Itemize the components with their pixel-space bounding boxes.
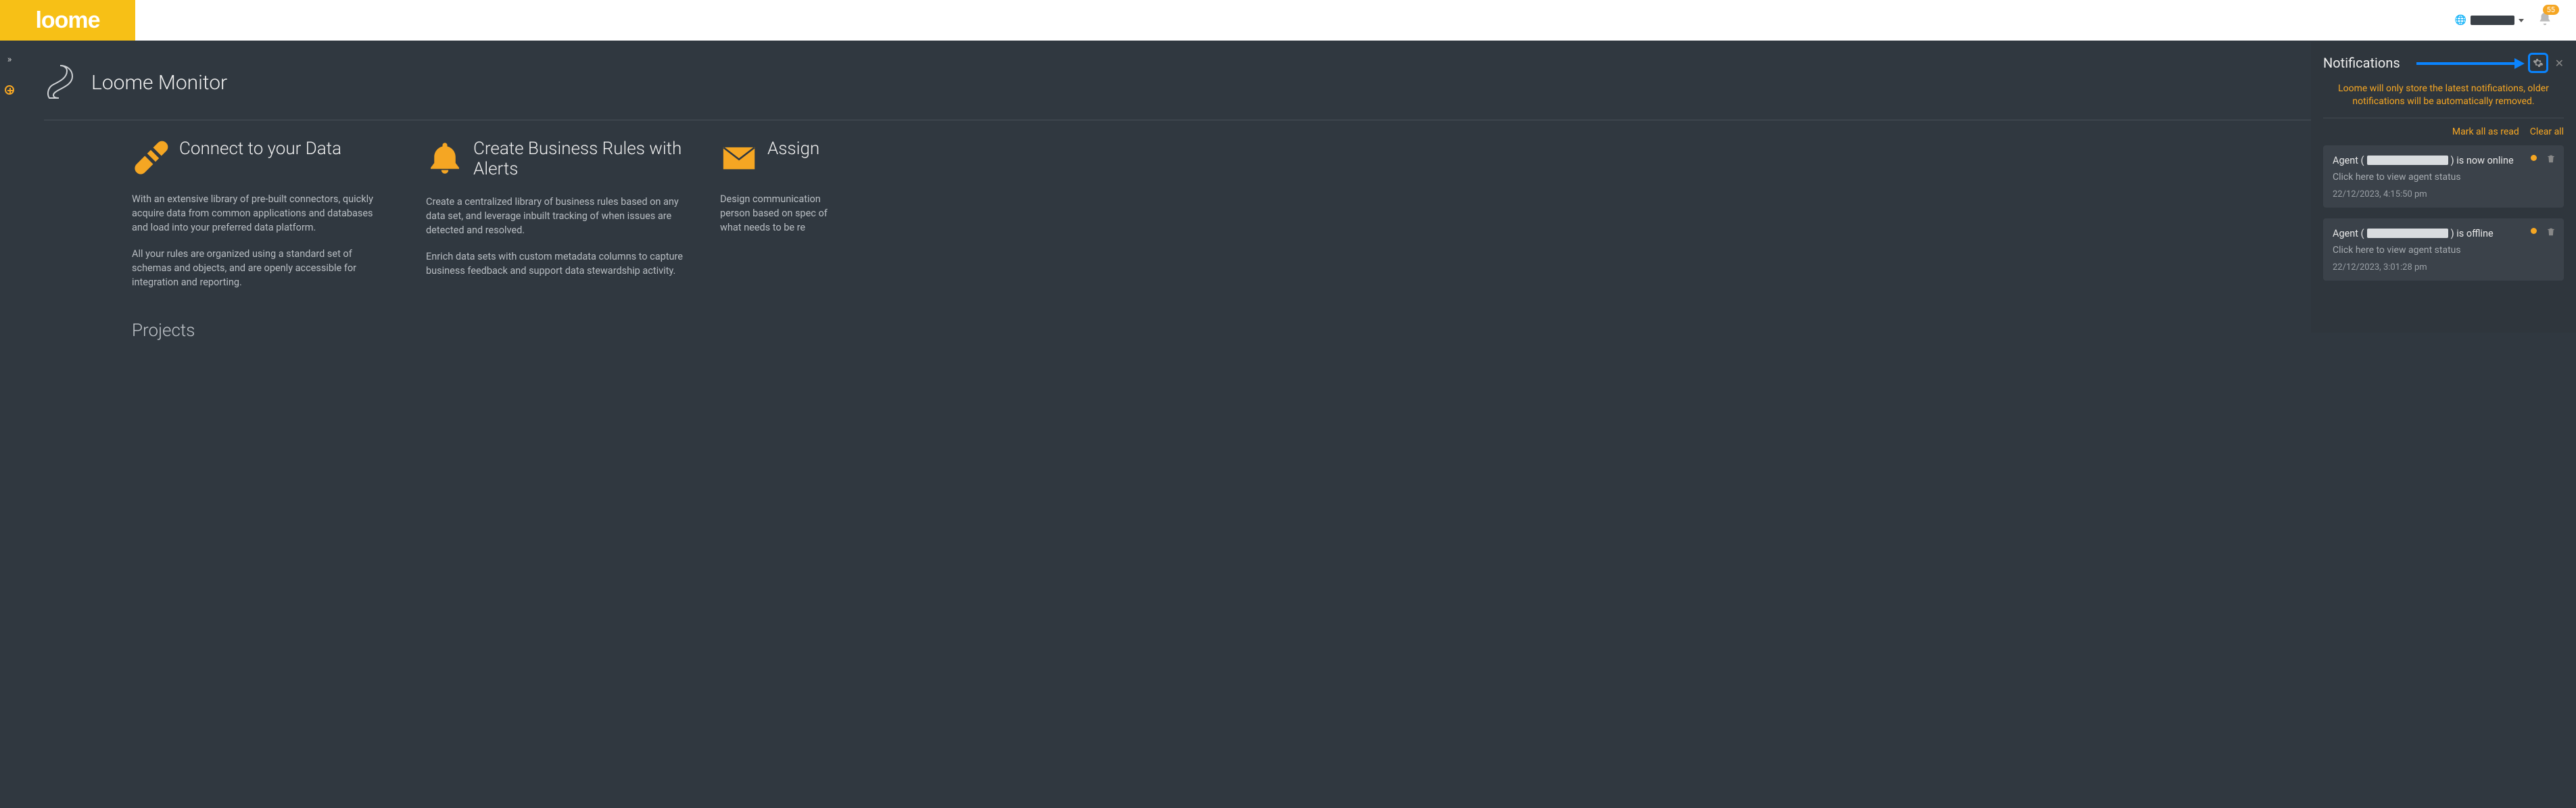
chevron-down-icon: [2519, 19, 2524, 22]
card-text: Enrich data sets with custom metadata co…: [426, 249, 683, 278]
notifications-panel: Notifications ✕ Loome will only store th…: [2311, 42, 2576, 333]
notifications-header: Notifications ✕: [2323, 53, 2564, 73]
notification-subtext: Click here to view agent status: [2333, 245, 2554, 256]
left-rail: »: [0, 41, 19, 95]
clear-all-link[interactable]: Clear all: [2530, 126, 2564, 137]
card-text: Design communication person based on spe…: [720, 192, 828, 235]
topbar: loome 🌐 55: [0, 0, 2576, 41]
close-notifications-button[interactable]: ✕: [2555, 57, 2564, 70]
card-title: Create Business Rules with Alerts: [473, 139, 683, 180]
envelope-icon: [720, 139, 758, 177]
tenant-name-redacted: [2471, 16, 2514, 25]
card-body: Create a centralized library of business…: [426, 195, 683, 278]
bell-large-icon: [426, 139, 464, 177]
rail-add-button[interactable]: [5, 85, 14, 95]
agent-name-redacted: [2367, 229, 2448, 238]
card-body: Design communication person based on spe…: [720, 192, 828, 235]
logo: loome: [0, 0, 135, 41]
card-title: Connect to your Data: [179, 139, 341, 160]
delete-notification-button[interactable]: [2546, 153, 2556, 163]
card-title: Assign: [767, 139, 819, 160]
globe-icon: 🌐: [2455, 15, 2466, 26]
gear-icon: [2533, 57, 2544, 68]
card-connect-data: Connect to your Data With an extensive l…: [132, 139, 389, 302]
page-title: Loome Monitor: [91, 71, 227, 95]
page-header: Loome Monitor: [44, 64, 2549, 120]
plug-icon: [132, 139, 170, 177]
rail-expand-icon[interactable]: »: [7, 54, 12, 65]
card-text: With an extensive library of pre-built c…: [132, 192, 389, 235]
notification-prefix: Agent (: [2333, 228, 2364, 239]
projects-heading: Projects: [44, 320, 2549, 341]
trash-icon: [2546, 227, 2556, 237]
notification-title: Agent ( ) is offline: [2333, 228, 2554, 239]
notification-suffix: ) is offline: [2451, 228, 2494, 239]
card-text: Create a centralized library of business…: [426, 195, 683, 237]
card-body: With an extensive library of pre-built c…: [132, 192, 389, 289]
notification-item[interactable]: Agent ( ) is offline Click here to view …: [2323, 218, 2564, 281]
card-text: All your rules are organized using a sta…: [132, 247, 389, 289]
notifications-title: Notifications: [2323, 55, 2400, 71]
notification-time: 22/12/2023, 4:15:50 pm: [2333, 189, 2554, 199]
logo-text: loome: [35, 7, 99, 34]
notification-suffix: ) is now online: [2451, 155, 2514, 166]
notification-actions: Mark all as read Clear all: [2323, 126, 2564, 137]
delete-notification-button[interactable]: [2546, 227, 2556, 236]
mark-all-read-link[interactable]: Mark all as read: [2452, 126, 2519, 137]
card-assign: Assign Design communication person based…: [720, 139, 828, 302]
notification-retention-msg: Loome will only store the latest notific…: [2327, 82, 2560, 108]
notification-settings-button[interactable]: [2528, 53, 2548, 73]
notification-prefix: Agent (: [2333, 155, 2364, 166]
notification-item[interactable]: Agent ( ) is now online Click here to vi…: [2323, 145, 2564, 208]
tenant-dropdown[interactable]: 🌐: [2455, 15, 2524, 26]
monitor-logo-icon: [44, 64, 75, 101]
unread-dot-icon: [2531, 155, 2537, 161]
topbar-right: 🌐 55: [2455, 11, 2576, 30]
notification-subtext: Click here to view agent status: [2333, 172, 2554, 183]
notifications-bell[interactable]: 55: [2537, 11, 2552, 30]
agent-name-redacted: [2367, 156, 2448, 165]
main-content: Loome Monitor Connect to your Data With …: [30, 41, 2576, 341]
notification-title: Agent ( ) is now online: [2333, 155, 2554, 166]
unread-dot-icon: [2531, 228, 2537, 234]
notification-time: 22/12/2023, 3:01:28 pm: [2333, 262, 2554, 272]
card-business-rules: Create Business Rules with Alerts Create…: [426, 139, 683, 302]
trash-icon: [2546, 154, 2556, 164]
notification-count-badge: 55: [2543, 5, 2559, 15]
feature-cards: Connect to your Data With an extensive l…: [44, 139, 2549, 302]
